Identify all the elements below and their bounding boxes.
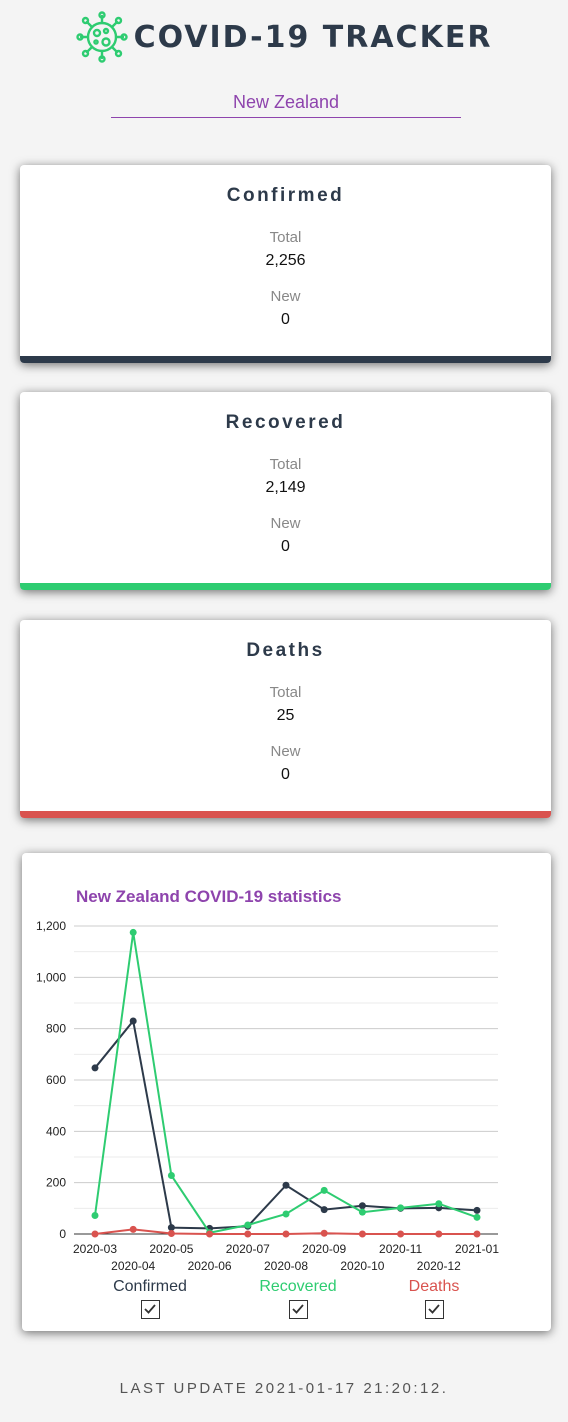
check-icon [428,1304,440,1314]
data-point-recovered [167,1171,175,1179]
x-tick-label: 2020-10 [340,1259,384,1273]
x-tick-label: 2020-04 [111,1259,155,1273]
deaths-card: Deaths Total 25 New 0 [20,620,551,818]
y-tick-label: 1,200 [36,919,66,933]
total-value: 2,149 [265,479,306,496]
data-point-deaths [129,1225,137,1233]
data-point-confirmed [358,1202,366,1210]
data-point-confirmed [473,1206,481,1214]
legend-confirmed[interactable]: Confirmed [80,1278,220,1319]
new-label: New [270,743,301,760]
legend-label: Confirmed [113,1278,187,1295]
x-tick-label: 2021-01 [455,1242,499,1256]
data-point-deaths [358,1230,366,1238]
card-title: Recovered [225,412,346,433]
data-point-deaths [244,1230,252,1238]
card-accent-bar [20,356,551,363]
virus-icon [75,11,128,63]
confirmed-checkbox[interactable] [140,1300,160,1319]
new-value: 0 [281,311,290,328]
card-accent-bar [20,811,551,818]
data-point-recovered [320,1186,328,1194]
new-value: 0 [281,766,290,783]
last-update: LAST UPDATE 2021-01-17 21:20:12. [119,1380,449,1397]
country-select[interactable]: New Zealand [111,92,461,118]
data-point-confirmed [129,1017,137,1025]
total-label: Total [269,229,302,246]
legend-label: Deaths [408,1278,460,1295]
x-tick-label: 2020-07 [226,1242,270,1256]
check-icon [144,1304,156,1314]
card-accent-bar [20,583,551,590]
new-label: New [270,515,301,532]
data-point-recovered [244,1221,252,1229]
x-tick-label: 2020-06 [188,1259,232,1273]
recovered-checkbox[interactable] [288,1300,308,1319]
data-point-confirmed [282,1181,290,1189]
data-point-deaths [206,1230,214,1238]
data-point-deaths [167,1229,175,1237]
data-point-recovered [397,1204,405,1212]
app-title: COVID-19 TRACKER [133,19,493,55]
y-tick-label: 800 [46,1022,66,1036]
data-point-deaths [473,1230,481,1238]
data-point-deaths [320,1229,328,1237]
app-header: COVID-19 TRACKER [0,10,568,64]
new-label: New [270,288,301,305]
data-point-deaths [397,1230,405,1238]
chart-title: New Zealand COVID-19 statistics [76,887,341,906]
y-tick-label: 1,000 [36,970,66,984]
x-tick-label: 2020-11 [379,1242,422,1256]
x-tick-label: 2020-12 [417,1259,461,1273]
legend-label: Recovered [259,1278,337,1295]
total-value: 2,256 [265,252,306,269]
legend-deaths[interactable]: Deaths [364,1278,504,1319]
total-value: 25 [276,707,295,724]
total-label: Total [269,684,302,701]
data-point-recovered [473,1213,481,1221]
y-tick-label: 600 [46,1073,66,1087]
chart-legend: Confirmed Recovered Deaths [22,1278,551,1322]
data-point-deaths [91,1230,99,1238]
data-point-deaths [282,1230,290,1238]
data-point-confirmed [91,1064,99,1072]
recovered-card: Recovered Total 2,149 New 0 [20,392,551,590]
x-tick-label: 2020-08 [264,1259,308,1273]
data-point-deaths [435,1230,443,1238]
x-tick-label: 2020-09 [302,1242,346,1256]
data-point-recovered [91,1212,99,1220]
y-tick-label: 0 [59,1227,66,1241]
y-tick-label: 200 [46,1176,66,1190]
data-point-recovered [435,1200,443,1208]
x-tick-label: 2020-05 [149,1242,193,1256]
new-value: 0 [281,538,290,555]
card-title: Deaths [246,640,325,661]
legend-recovered[interactable]: Recovered [228,1278,368,1319]
data-point-recovered [358,1208,366,1216]
chart-card: New Zealand COVID-19 statistics 2020-03 2… [22,853,551,1331]
deaths-checkbox[interactable] [424,1300,444,1319]
card-title: Confirmed [226,185,345,206]
x-tick-label: 2020-03 [73,1242,117,1256]
data-point-confirmed [320,1206,328,1214]
data-point-recovered [282,1210,290,1218]
confirmed-card: Confirmed Total 2,256 New 0 [20,165,551,363]
line-chart: New Zealand COVID-19 statistics 2020-03 2… [36,887,499,1273]
data-point-recovered [129,928,137,936]
check-icon [292,1304,304,1314]
y-tick-label: 400 [46,1124,66,1138]
total-label: Total [269,456,302,473]
